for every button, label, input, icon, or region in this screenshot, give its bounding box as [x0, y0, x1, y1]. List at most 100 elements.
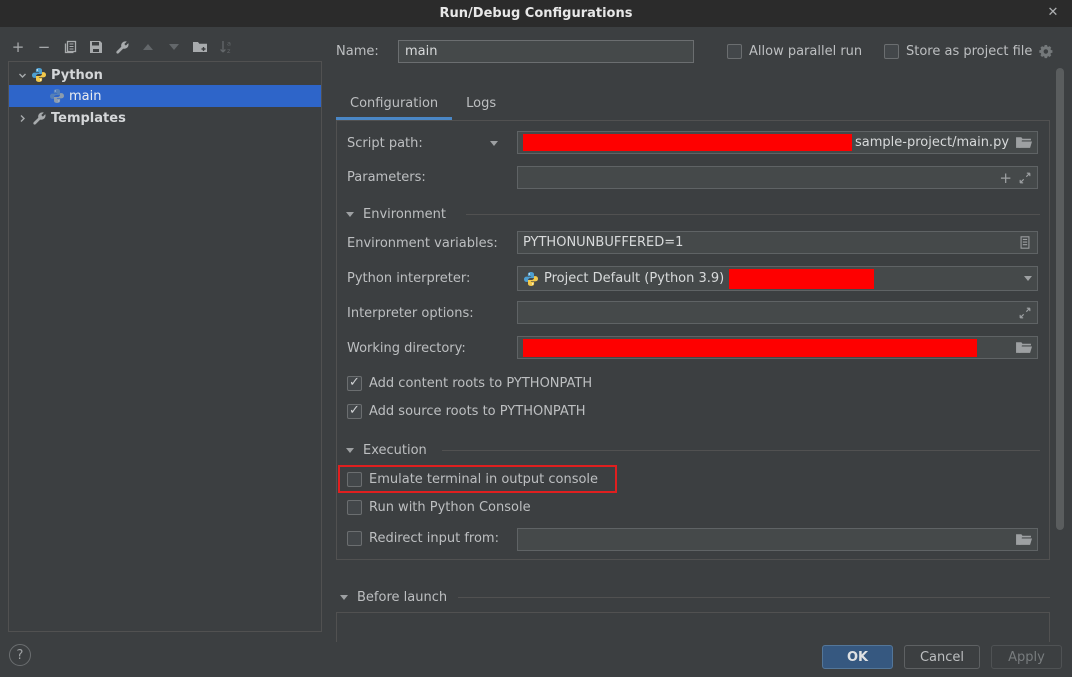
add-content-roots-checkbox[interactable]: Add content roots to PYTHONPATH: [347, 376, 592, 391]
save-configuration-button[interactable]: [88, 39, 104, 55]
checkbox-box[interactable]: [727, 44, 742, 59]
move-up-button[interactable]: [140, 39, 156, 55]
config-tabs: Configuration Logs: [336, 90, 510, 120]
collapse-triangle-icon: [346, 212, 354, 217]
tree-item-templates[interactable]: Templates: [9, 107, 321, 129]
checkbox-box[interactable]: [347, 376, 362, 391]
environment-section-header[interactable]: Environment: [346, 207, 446, 222]
wrench-icon: [114, 39, 130, 55]
svg-text:z: z: [227, 47, 231, 55]
tab-logs[interactable]: Logs: [452, 90, 510, 120]
sort-alphabetically-button[interactable]: az: [218, 39, 234, 55]
tree-item-main[interactable]: main: [9, 85, 321, 107]
chevron-right-icon[interactable]: [17, 113, 27, 123]
gear-icon[interactable]: [1039, 44, 1054, 59]
redacted-region: [729, 269, 874, 289]
cancel-button[interactable]: Cancel: [904, 645, 980, 669]
section-label: Execution: [363, 443, 427, 458]
tree-item-python[interactable]: Python: [9, 64, 321, 86]
allow-parallel-run-checkbox[interactable]: Allow parallel run: [727, 44, 862, 59]
store-as-project-file-checkbox[interactable]: Store as project file: [884, 44, 1054, 59]
section-divider: [442, 450, 1040, 451]
checkbox-label: Emulate terminal in output console: [369, 472, 598, 487]
configurations-tree: Python main Templates: [8, 61, 322, 632]
working-directory-label: Working directory:: [347, 341, 466, 356]
parameters-field[interactable]: +: [517, 166, 1038, 189]
open-folder-icon[interactable]: [1015, 135, 1032, 150]
checkbox-box[interactable]: [347, 531, 362, 546]
ok-button[interactable]: OK: [822, 645, 893, 669]
dialog-title: Run/Debug Configurations: [440, 6, 633, 21]
chevron-down-icon[interactable]: [17, 70, 27, 80]
checkbox-label: Add source roots to PYTHONPATH: [369, 404, 586, 419]
section-label: Before launch: [357, 590, 447, 605]
close-icon[interactable]: ✕: [1044, 4, 1062, 22]
open-folder-icon[interactable]: [1015, 532, 1032, 547]
tree-item-label: Python: [51, 68, 103, 83]
tab-configuration[interactable]: Configuration: [336, 90, 452, 120]
dialog-titlebar: Run/Debug Configurations ✕: [0, 0, 1072, 27]
add-source-roots-checkbox[interactable]: Add source roots to PYTHONPATH: [347, 404, 586, 419]
open-folder-icon[interactable]: [1015, 340, 1032, 355]
edit-templates-button[interactable]: [114, 39, 130, 55]
up-arrow-icon: [143, 44, 153, 50]
checkbox-label: Redirect input from:: [369, 531, 499, 546]
script-path-label: Script path:: [347, 136, 423, 151]
emulate-terminal-checkbox[interactable]: Emulate terminal in output console: [347, 472, 598, 487]
section-divider: [466, 214, 1040, 215]
checkbox-box[interactable]: [347, 404, 362, 419]
working-directory-field[interactable]: [517, 336, 1038, 359]
expand-icon[interactable]: [1018, 306, 1032, 320]
tree-item-label: Templates: [51, 111, 126, 126]
run-with-python-console-checkbox[interactable]: Run with Python Console: [347, 500, 531, 515]
section-divider: [458, 597, 1050, 598]
checkbox-box[interactable]: [347, 500, 362, 515]
checkbox-label: Store as project file: [906, 44, 1032, 59]
down-arrow-icon: [169, 44, 179, 50]
collapse-triangle-icon: [340, 595, 348, 600]
redirect-input-checkbox[interactable]: Redirect input from:: [347, 531, 499, 546]
parameters-label: Parameters:: [347, 170, 426, 185]
python-interpreter-label: Python interpreter:: [347, 271, 470, 286]
list-icon[interactable]: [1018, 235, 1032, 250]
vertical-scrollbar[interactable]: [1056, 68, 1064, 530]
python-interpreter-value: Project Default (Python 3.9): [544, 271, 724, 286]
script-path-value: sample-project/main.py: [855, 135, 1009, 150]
remove-configuration-button[interactable]: −: [36, 39, 52, 55]
chevron-down-icon[interactable]: [1024, 276, 1032, 281]
environment-variables-field[interactable]: PYTHONUNBUFFERED=1: [517, 231, 1038, 254]
chevron-down-icon[interactable]: [490, 141, 498, 146]
interpreter-options-label: Interpreter options:: [347, 306, 474, 321]
move-down-button[interactable]: [166, 39, 182, 55]
before-launch-section-header[interactable]: Before launch: [340, 590, 447, 605]
run-debug-configurations-dialog: Run/Debug Configurations ✕ + − az Python: [0, 0, 1072, 677]
copy-configuration-button[interactable]: [62, 39, 78, 55]
before-launch-panel: [336, 612, 1050, 642]
redacted-region: [523, 134, 852, 151]
plus-icon[interactable]: +: [999, 169, 1012, 187]
python-icon: [31, 67, 47, 83]
environment-variables-label: Environment variables:: [347, 236, 498, 251]
help-button[interactable]: ?: [9, 644, 31, 666]
apply-button[interactable]: Apply: [991, 645, 1062, 669]
name-input[interactable]: [398, 40, 694, 63]
save-icon: [88, 39, 104, 55]
interpreter-options-field[interactable]: [517, 301, 1038, 324]
name-label: Name:: [336, 44, 379, 59]
tree-item-label: main: [69, 89, 101, 104]
new-folder-button[interactable]: [192, 39, 208, 55]
folder-plus-icon: [192, 39, 208, 55]
checkbox-box[interactable]: [884, 44, 899, 59]
checkbox-label: Run with Python Console: [369, 500, 531, 515]
checkbox-label: Allow parallel run: [749, 44, 862, 59]
add-configuration-button[interactable]: +: [10, 39, 26, 55]
execution-section-header[interactable]: Execution: [346, 443, 427, 458]
configurations-toolbar: + − az: [10, 36, 234, 58]
script-path-field[interactable]: sample-project/main.py: [517, 131, 1038, 154]
redirect-input-field[interactable]: [517, 528, 1038, 551]
wrench-icon: [31, 110, 47, 126]
checkbox-box[interactable]: [347, 472, 362, 487]
expand-icon[interactable]: [1018, 171, 1032, 185]
python-interpreter-combobox[interactable]: Project Default (Python 3.9): [517, 266, 1038, 291]
minus-icon: −: [38, 38, 51, 56]
